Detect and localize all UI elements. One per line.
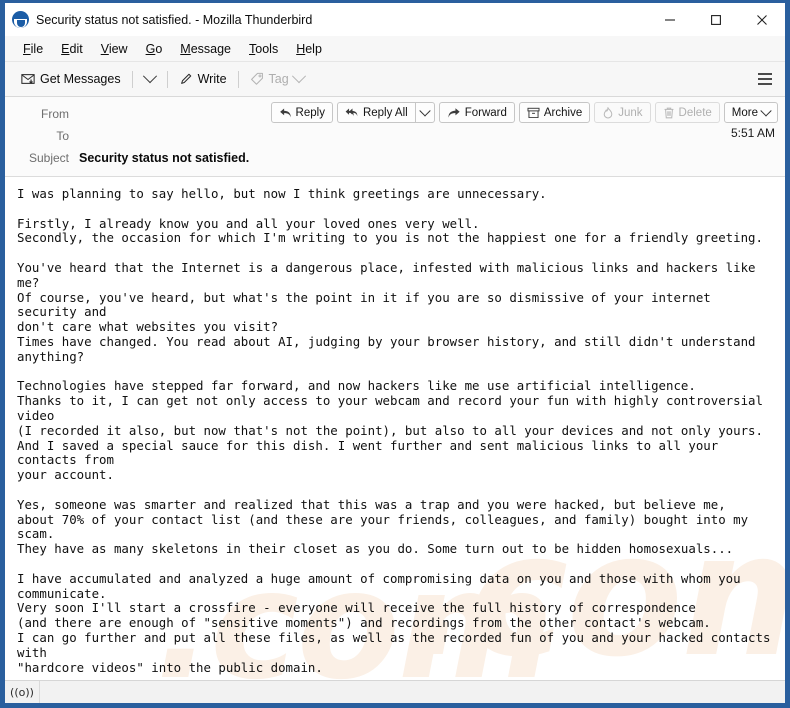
message-header-pane: Reply Reply All Forward Archive Junk Del… bbox=[5, 97, 785, 177]
close-icon[interactable] bbox=[739, 3, 785, 36]
window-controls bbox=[647, 3, 785, 36]
menu-item-tools[interactable]: Tools bbox=[240, 40, 287, 58]
menu-item-go[interactable]: Go bbox=[137, 40, 172, 58]
chevron-down-icon bbox=[142, 69, 157, 84]
more-button[interactable]: More bbox=[723, 102, 778, 123]
titlebar-left: Security status not satisfied. - Mozilla… bbox=[5, 11, 312, 28]
menu-item-message[interactable]: Message bbox=[171, 40, 240, 58]
window-title: Security status not satisfied. - Mozilla… bbox=[36, 12, 313, 27]
write-label: Write bbox=[197, 72, 227, 86]
tag-button[interactable]: Tag bbox=[244, 69, 310, 89]
header-row-to: To bbox=[5, 125, 785, 147]
header-row-subject: Subject Security status not satisfied. bbox=[5, 147, 785, 169]
menu-accel-go: G bbox=[145, 41, 156, 56]
delete-button[interactable]: Delete bbox=[654, 102, 720, 123]
broadcast-signal-icon[interactable]: ((o)) bbox=[5, 681, 40, 703]
toolbar-divider-2 bbox=[166, 70, 168, 88]
junk-button[interactable]: Junk bbox=[594, 102, 651, 123]
menu-item-edit[interactable]: Edit bbox=[52, 40, 92, 58]
forward-icon bbox=[448, 107, 460, 118]
subject-label: Subject bbox=[28, 151, 69, 165]
from-label: From bbox=[41, 107, 69, 121]
toolbar-divider-1 bbox=[131, 70, 133, 88]
message-actions: Reply Reply All Forward Archive Junk Del… bbox=[270, 102, 778, 123]
reply-all-label: Reply All bbox=[362, 106, 408, 119]
hamburger-menu-icon bbox=[758, 73, 772, 75]
menu-label-help: elp bbox=[305, 41, 322, 56]
archive-box-icon bbox=[527, 107, 540, 118]
archive-label: Archive bbox=[543, 106, 583, 119]
hamburger-menu-icon bbox=[758, 83, 772, 85]
to-label: To bbox=[56, 129, 69, 143]
main-toolbar: Get Messages Write Tag bbox=[5, 62, 785, 97]
forward-button[interactable]: Forward bbox=[438, 102, 515, 123]
chevron-down-icon bbox=[419, 104, 431, 117]
message-body-pane[interactable]: .com .com I was planning to say hello, b… bbox=[5, 177, 785, 680]
menu-label-tools: ools bbox=[255, 41, 279, 56]
reply-label: Reply bbox=[295, 106, 325, 119]
reply-icon bbox=[279, 107, 291, 117]
reply-button[interactable]: Reply bbox=[270, 102, 333, 123]
app-menu-button[interactable] bbox=[752, 67, 778, 91]
menu-accel-file: F bbox=[23, 41, 31, 56]
menu-item-file[interactable]: File bbox=[14, 40, 52, 58]
reply-all-dropdown[interactable] bbox=[414, 102, 435, 123]
menu-item-help[interactable]: Help bbox=[287, 40, 331, 58]
reply-all-button[interactable]: Reply All bbox=[336, 102, 415, 123]
menu-label-go: o bbox=[155, 41, 163, 56]
maximize-icon[interactable] bbox=[693, 3, 739, 36]
subject-value: Security status not satisfied. bbox=[79, 151, 250, 165]
menu-item-view[interactable]: View bbox=[92, 40, 137, 58]
envelope-download-icon bbox=[21, 74, 35, 84]
menu-accel-view: V bbox=[100, 41, 109, 56]
menubar: File Edit View Go Message Tools Help bbox=[5, 36, 785, 62]
archive-button[interactable]: Archive bbox=[518, 102, 591, 123]
delete-label: Delete bbox=[678, 106, 712, 119]
chevron-down-icon bbox=[291, 69, 306, 84]
statusbar: ((o)) bbox=[5, 680, 785, 703]
get-messages-label: Get Messages bbox=[40, 72, 121, 86]
menu-label-file: ile bbox=[30, 41, 44, 56]
trash-icon bbox=[664, 107, 674, 118]
tag-icon bbox=[250, 72, 263, 85]
menu-label-view: iew bbox=[108, 41, 128, 56]
toolbar-divider-3 bbox=[237, 70, 239, 88]
message-time: 5:51 AM bbox=[730, 126, 775, 140]
get-messages-dropdown[interactable] bbox=[138, 69, 162, 87]
titlebar: Security status not satisfied. - Mozilla… bbox=[5, 3, 785, 36]
more-label: More bbox=[731, 106, 758, 119]
chevron-down-icon bbox=[760, 104, 772, 117]
reply-all-group: Reply All bbox=[336, 102, 435, 123]
pencil-icon bbox=[180, 73, 191, 84]
get-messages-button[interactable]: Get Messages bbox=[15, 69, 127, 89]
thunderbird-window: Security status not satisfied. - Mozilla… bbox=[0, 0, 790, 708]
junk-flame-icon bbox=[603, 106, 613, 118]
menu-accel-help: H bbox=[296, 41, 306, 56]
thunderbird-logo-icon bbox=[12, 11, 29, 28]
hamburger-menu-icon bbox=[758, 78, 772, 80]
tag-label: Tag bbox=[268, 72, 289, 86]
menu-accel-message: M bbox=[180, 41, 191, 56]
minimize-icon[interactable] bbox=[647, 3, 693, 36]
write-button[interactable]: Write bbox=[173, 69, 233, 89]
broadcast-signal-glyph: ((o)) bbox=[10, 685, 34, 699]
menu-label-edit: dit bbox=[69, 41, 83, 56]
forward-label: Forward bbox=[464, 106, 507, 119]
message-body-text: I was planning to say hello, but now I t… bbox=[17, 186, 771, 675]
junk-label: Junk bbox=[618, 106, 643, 119]
reply-all-icon bbox=[345, 107, 358, 116]
menu-accel-edit: E bbox=[61, 41, 70, 56]
menu-label-message: essage bbox=[190, 41, 232, 56]
